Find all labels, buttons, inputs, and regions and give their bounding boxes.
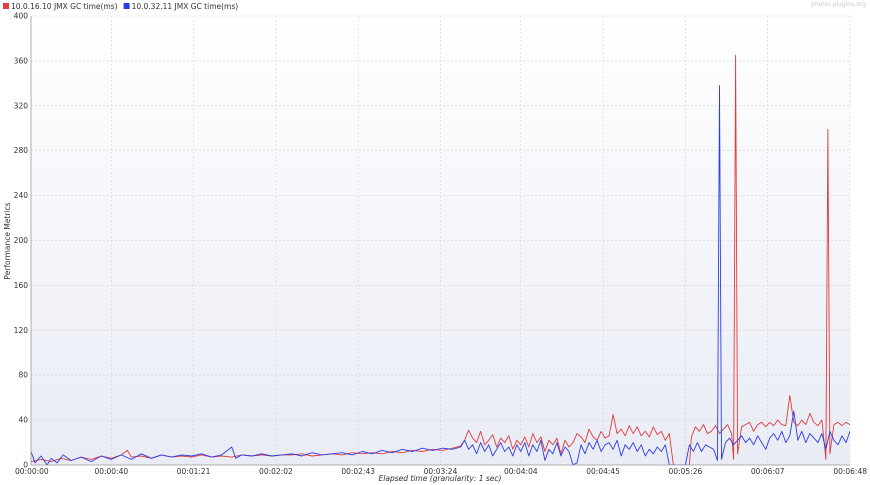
y-tick-label: 320 (14, 101, 29, 110)
y-tick-label: 40 (18, 416, 28, 425)
x-tick-label: 00:02:02 (259, 467, 293, 476)
y-tick-label: 240 (14, 191, 29, 200)
x-tick-label: 00:05:26 (669, 467, 703, 476)
y-axis-title: Performance Metrics (3, 202, 12, 279)
x-tick-label: 00:01:21 (177, 467, 211, 476)
y-tick-labels: 04080120160200240280320360400 (14, 12, 29, 470)
y-tick-label: 360 (14, 56, 29, 65)
y-tick-label: 400 (14, 12, 29, 21)
chart-svg: 04080120160200240280320360400 00:00:00 00… (3, 1, 867, 483)
watermark: jmeter-plugins.org (810, 1, 866, 8)
y-tick-label: 120 (14, 326, 29, 335)
legend: 10.0.16.10 JMX GC time(ms) 10.0.32.11 JMX… (3, 2, 238, 11)
x-tick-label: 00:00:40 (94, 467, 128, 476)
x-axis-title: Elapsed time (granularity: 1 sec) (379, 474, 502, 483)
legend-label-1: 10.0.16.10 JMX GC time(ms) (11, 2, 118, 11)
x-tick-label: 00:06:07 (751, 467, 785, 476)
x-tick-label: 00:04:04 (504, 467, 538, 476)
legend-swatch-2 (123, 3, 130, 9)
x-tick-label: 00:04:45 (586, 467, 620, 476)
legend-label-2: 10.0.32.11 JMX GC time(ms) (132, 2, 239, 11)
chart-container: 0 40 80 120 160 200 240 280 320 360 400 00:00:00 00… (0, 0, 870, 485)
y-tick-label: 160 (14, 281, 29, 290)
x-tick-label: 00:00:00 (15, 467, 49, 476)
x-tick-label: 00:06:48 (833, 467, 867, 476)
legend-swatch-1 (3, 3, 9, 9)
y-tick-label: 280 (14, 146, 29, 155)
y-tick-label: 80 (18, 371, 28, 380)
x-tick-label: 00:02:43 (341, 467, 375, 476)
y-tick-label: 200 (14, 236, 29, 245)
